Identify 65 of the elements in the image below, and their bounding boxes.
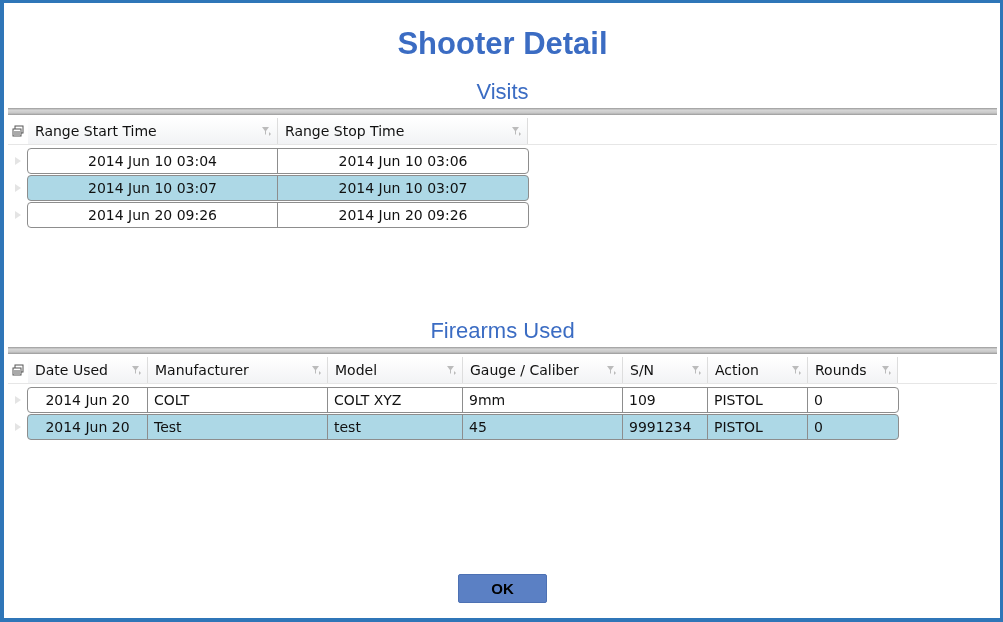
table-row[interactable]: 2014 Jun 10 03:04 2014 Jun 10 03:06 bbox=[27, 147, 529, 174]
splitter-bar[interactable] bbox=[8, 347, 997, 354]
splitter-bar[interactable] bbox=[8, 108, 997, 115]
column-header[interactable]: Gauge / Caliber bbox=[463, 357, 623, 383]
filter-icon[interactable] bbox=[691, 365, 701, 375]
row-indicator-icon[interactable] bbox=[15, 422, 21, 431]
column-header-label: Range Start Time bbox=[35, 123, 157, 139]
column-header[interactable]: Date Used bbox=[28, 357, 148, 383]
table-cell: 9991234 bbox=[623, 414, 708, 439]
table-row[interactable]: 2014 Jun 10 03:07 2014 Jun 10 03:07 bbox=[27, 174, 529, 201]
row-indicator-icon[interactable] bbox=[15, 183, 21, 192]
window-title: Shooter Detail bbox=[396, 25, 609, 63]
table-cell: 109 bbox=[623, 387, 708, 412]
table-row[interactable]: 2014 Jun 20 Test test 45 9991234 PISTOL 0 bbox=[27, 413, 899, 440]
column-header[interactable]: Range Start Time bbox=[28, 118, 278, 144]
filter-icon[interactable] bbox=[131, 365, 141, 375]
table-cell: Test bbox=[148, 414, 328, 439]
filter-icon[interactable] bbox=[511, 126, 521, 136]
filter-icon[interactable] bbox=[446, 365, 456, 375]
filter-icon[interactable] bbox=[311, 365, 321, 375]
filter-icon[interactable] bbox=[261, 126, 271, 136]
section-heading: Firearms Used bbox=[429, 317, 576, 345]
row-indicator-icon[interactable] bbox=[15, 395, 21, 404]
column-chooser-icon[interactable] bbox=[12, 364, 24, 376]
table-cell: 45 bbox=[463, 414, 623, 439]
table-cell: 2014 Jun 20 bbox=[28, 387, 148, 412]
column-header-label: Manufacturer bbox=[155, 362, 249, 378]
ok-button[interactable]: OK bbox=[458, 574, 547, 603]
table-cell: PISTOL bbox=[708, 414, 808, 439]
column-header[interactable]: Action bbox=[708, 357, 808, 383]
column-chooser-icon[interactable] bbox=[12, 125, 24, 137]
table-cell: 9mm bbox=[463, 387, 623, 412]
table-cell: COLT XYZ bbox=[328, 387, 463, 412]
section-heading: Visits bbox=[475, 78, 530, 106]
table-cell-text: 2014 Jun 10 03:06 bbox=[337, 151, 469, 171]
row-indicator-icon[interactable] bbox=[15, 210, 21, 219]
column-header[interactable]: Manufacturer bbox=[148, 357, 328, 383]
filter-icon[interactable] bbox=[606, 365, 616, 375]
table-cell: COLT bbox=[148, 387, 328, 412]
table-row[interactable]: 2014 Jun 20 COLT COLT XYZ 9mm 109 PISTOL 0 bbox=[27, 386, 899, 413]
table-row[interactable]: 2014 Jun 20 09:26 2014 Jun 20 09:26 bbox=[27, 201, 529, 228]
column-header-label: Rounds bbox=[815, 362, 867, 378]
table-cell: 2014 Jun 10 03:04 bbox=[28, 148, 278, 173]
column-header-label: Date Used bbox=[35, 362, 108, 378]
table-cell: 2014 Jun 20 09:26 bbox=[28, 202, 278, 227]
column-header[interactable]: Rounds bbox=[808, 357, 898, 383]
table-cell-text: 2014 Jun 10 03:07 bbox=[337, 178, 469, 198]
column-header[interactable]: S/N bbox=[623, 357, 708, 383]
filter-icon[interactable] bbox=[881, 365, 891, 375]
table-cell: test bbox=[328, 414, 463, 439]
table-cell: 2014 Jun 20 bbox=[28, 414, 148, 439]
column-header[interactable]: Range Stop Time bbox=[278, 118, 528, 144]
column-header-label: S/N bbox=[630, 362, 655, 378]
table-cell: 2014 Jun 10 03:07 bbox=[28, 175, 278, 200]
table-cell: PISTOL bbox=[708, 387, 808, 412]
table-cell-text: 0 bbox=[813, 417, 824, 437]
row-indicator-icon[interactable] bbox=[15, 156, 21, 165]
column-header-label: Gauge / Caliber bbox=[470, 362, 579, 378]
column-header-label: Range Stop Time bbox=[285, 123, 405, 139]
table-cell-text: 0 bbox=[813, 390, 824, 410]
filter-icon[interactable] bbox=[791, 365, 801, 375]
column-header-label: Action bbox=[715, 362, 759, 378]
column-header-label: Model bbox=[335, 362, 378, 378]
column-header[interactable]: Model bbox=[328, 357, 463, 383]
table-cell-text: 2014 Jun 20 09:26 bbox=[337, 205, 469, 225]
